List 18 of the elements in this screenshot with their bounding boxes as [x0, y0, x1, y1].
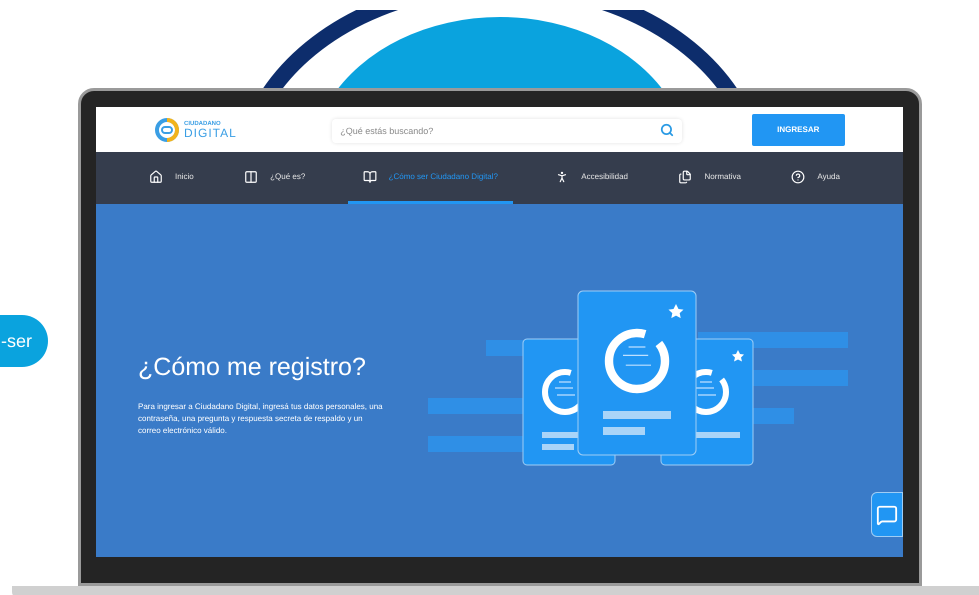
chat-icon: [876, 504, 898, 526]
hero-title: ¿Cómo me registro?: [138, 352, 367, 383]
home-icon: [149, 170, 163, 184]
nav-tab[interactable]: Ayuda: [783, 152, 848, 204]
search-icon[interactable]: [660, 122, 674, 136]
search-field[interactable]: ¿Qué estás buscando?: [332, 118, 682, 142]
help-icon: [791, 170, 806, 184]
nav-tab[interactable]: Accesibilidad: [547, 152, 636, 204]
nav-tab[interactable]: Inicio: [141, 152, 202, 204]
chat-button[interactable]: [871, 492, 903, 537]
logo-text: DIGITAL: [184, 126, 237, 138]
documents-icon: [678, 170, 692, 184]
hero-text: Para ingresar a Ciudadano Digital, ingresá tus datos personales, una contraseña, una pregunta y respuesta secreta de respaldo y un correo electrónico válido.: [138, 400, 383, 436]
book-icon: [362, 170, 377, 184]
nav-tab[interactable]: ¿Qué es?: [236, 152, 314, 204]
logo-icon: [154, 116, 180, 142]
columns-icon: [244, 170, 258, 184]
nav-tab[interactable]: Normativa: [670, 152, 749, 204]
